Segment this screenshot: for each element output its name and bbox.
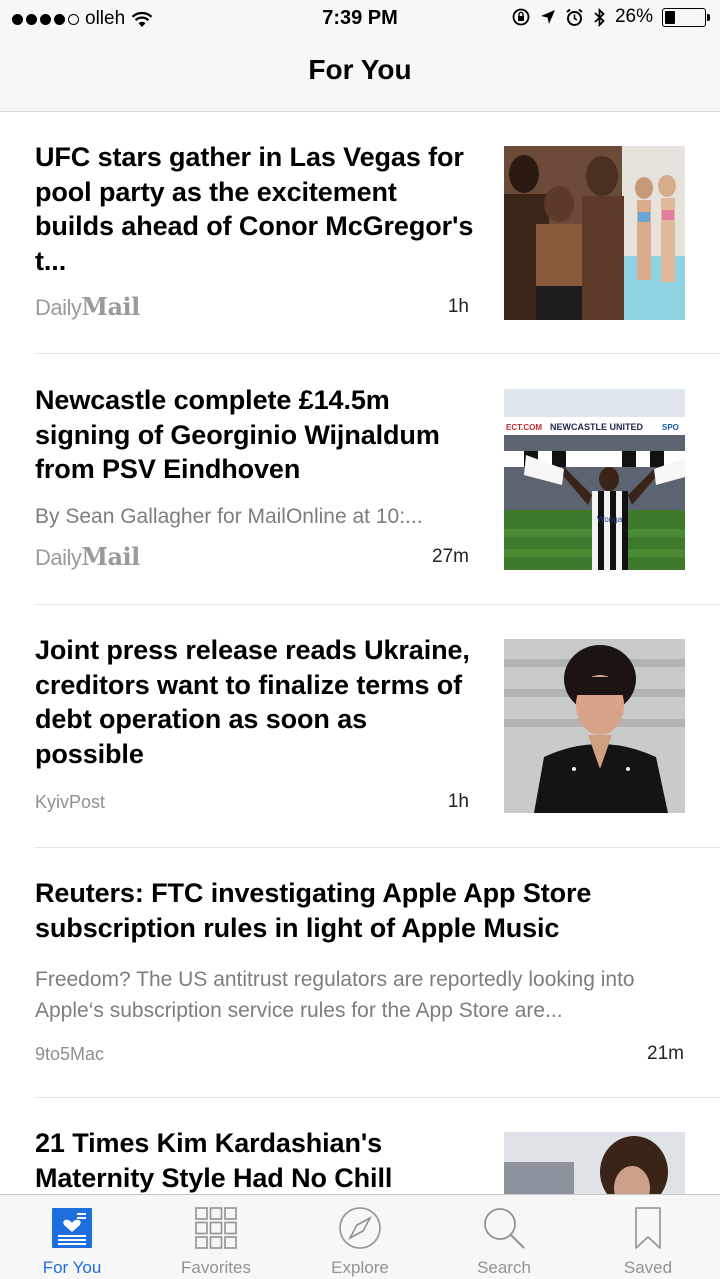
article-source: DailyMail bbox=[35, 292, 140, 321]
article-thumbnail bbox=[504, 146, 685, 320]
status-right: 26% bbox=[511, 6, 710, 28]
article-time: 1h bbox=[447, 296, 469, 317]
article-headline: Reuters: FTC investigating Apple App Sto… bbox=[35, 878, 592, 943]
article-summary: By Sean Gallagher for MailOnline at 10:.… bbox=[35, 505, 423, 528]
grid-icon bbox=[195, 1207, 237, 1249]
tab-favorites[interactable]: Favorites bbox=[144, 1195, 288, 1279]
battery-icon bbox=[662, 7, 710, 27]
banner-right-text: SPO bbox=[662, 423, 679, 432]
location-icon bbox=[540, 10, 555, 24]
compass-icon bbox=[339, 1207, 381, 1249]
search-icon bbox=[484, 1208, 525, 1249]
article-source: DailyMail bbox=[35, 542, 140, 571]
status-bar: olleh 7:39 PM 26% bbox=[0, 0, 720, 38]
rotation-lock-icon bbox=[512, 8, 530, 26]
bookmark-icon bbox=[635, 1207, 661, 1249]
battery-percent: 26% bbox=[614, 6, 653, 27]
alarm-icon bbox=[566, 8, 583, 26]
navigation-bar: For You bbox=[0, 38, 720, 112]
article-time: 1h bbox=[447, 791, 469, 812]
article-thumbnail bbox=[504, 1132, 685, 1194]
news-icon bbox=[52, 1208, 92, 1248]
article-source: KyivPost bbox=[35, 792, 106, 812]
article-summary: Freedom? The US antitrust regulators are… bbox=[35, 968, 635, 1022]
tab-label: Search bbox=[477, 1258, 531, 1277]
article-source: 9to5Mac bbox=[35, 1044, 105, 1064]
source-logo-light: Daily bbox=[35, 295, 82, 320]
banner-left-text: ECT.COM bbox=[506, 423, 542, 432]
article-time: 21m bbox=[647, 1043, 684, 1064]
article-card[interactable]: Joint press release reads Ukraine, credi… bbox=[35, 605, 720, 848]
tab-bar: For You Favorites Explore Search Saved bbox=[0, 1194, 720, 1279]
tab-saved[interactable]: Saved bbox=[576, 1195, 720, 1279]
article-headline: Newcastle complete £14.5m signing of Geo… bbox=[35, 385, 440, 484]
banner-text: NEWCASTLE UNITED bbox=[550, 422, 643, 432]
article-thumbnail: ECT.COM NEWCASTLE UNITED SPO Wonga bbox=[504, 389, 685, 570]
tab-label: For You bbox=[42, 1258, 102, 1277]
article-card[interactable]: Newcastle complete £14.5m signing of Geo… bbox=[35, 354, 720, 605]
article-time: 27m bbox=[432, 546, 469, 567]
tab-for-you[interactable]: For You bbox=[0, 1195, 144, 1279]
article-card[interactable]: 21 Times Kim Kardashian's Maternity Styl… bbox=[35, 1098, 720, 1194]
tab-explore[interactable]: Explore bbox=[288, 1195, 432, 1279]
bluetooth-icon bbox=[594, 7, 605, 27]
article-thumbnail bbox=[504, 639, 685, 813]
article-card[interactable]: Reuters: FTC investigating Apple App Sto… bbox=[35, 848, 720, 1098]
article-headline: 21 Times Kim Kardashian's Maternity Styl… bbox=[35, 1128, 393, 1193]
news-feed[interactable]: UFC stars gather in Las Vegas for pool p… bbox=[0, 112, 720, 1194]
tab-search[interactable]: Search bbox=[432, 1195, 576, 1279]
press-conference-photo bbox=[504, 639, 685, 813]
ufc-fighters-photo bbox=[504, 146, 685, 320]
battery-level bbox=[665, 10, 675, 24]
article-headline: UFC stars gather in Las Vegas for pool p… bbox=[35, 142, 474, 276]
source-logo-light: Daily bbox=[35, 545, 82, 570]
kardashian-photo bbox=[504, 1132, 685, 1194]
shirt-sponsor-text: Wonga bbox=[597, 515, 623, 524]
article-headline: Joint press release reads Ukraine, credi… bbox=[35, 635, 470, 769]
source-logo-bold: Mail bbox=[81, 292, 140, 321]
tab-label: Saved bbox=[623, 1258, 673, 1277]
page-title: For You bbox=[308, 54, 412, 85]
tab-label: Favorites bbox=[181, 1258, 251, 1277]
stadium-signing-photo: ECT.COM NEWCASTLE UNITED SPO Wonga bbox=[504, 389, 685, 570]
article-card[interactable]: UFC stars gather in Las Vegas for pool p… bbox=[35, 112, 720, 354]
source-logo-bold: Mail bbox=[81, 542, 140, 571]
tab-label: Explore bbox=[331, 1258, 389, 1277]
